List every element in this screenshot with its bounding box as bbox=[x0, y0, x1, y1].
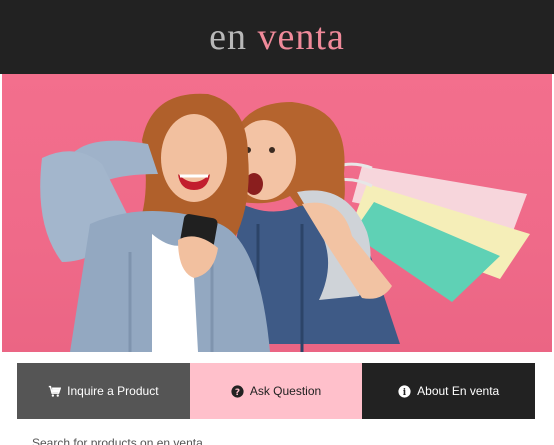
logo-part-venta: venta bbox=[257, 16, 345, 58]
nav-about-label: About En venta bbox=[417, 384, 500, 398]
main-nav: Inquire a Product ? Ask Question i About… bbox=[17, 363, 536, 419]
svg-text:?: ? bbox=[235, 387, 240, 397]
hero-banner bbox=[2, 74, 552, 352]
cart-icon bbox=[48, 385, 62, 398]
question-circle-icon: ? bbox=[231, 384, 244, 398]
site-logo[interactable]: en venta bbox=[209, 15, 345, 59]
intro-text-partial: Search for products on en venta bbox=[32, 436, 203, 445]
nav-about[interactable]: i About En venta bbox=[362, 363, 536, 419]
nav-inquire-product[interactable]: Inquire a Product bbox=[17, 363, 190, 419]
info-circle-icon: i bbox=[398, 384, 411, 398]
hero-illustration bbox=[40, 93, 530, 352]
logo-part-en: en bbox=[209, 16, 248, 58]
site-header: en venta bbox=[0, 0, 554, 74]
woman-left bbox=[40, 93, 270, 352]
nav-ask-question[interactable]: ? Ask Question bbox=[189, 363, 363, 419]
nav-ask-question-label: Ask Question bbox=[249, 384, 322, 398]
nav-inquire-product-label: Inquire a Product bbox=[67, 384, 159, 398]
